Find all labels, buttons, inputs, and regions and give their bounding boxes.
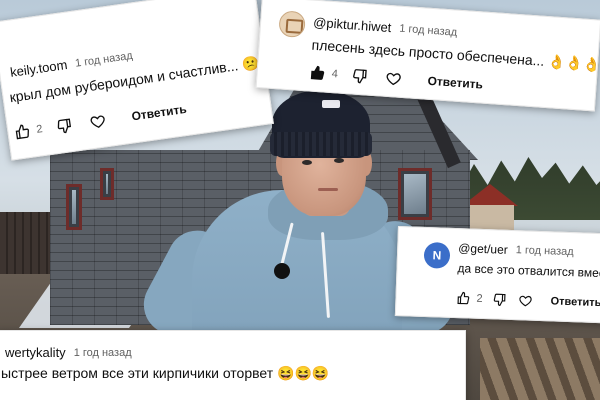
comment-username[interactable]: keily.toom — [9, 57, 68, 80]
comment-actions: 2 Ответить — [14, 101, 188, 141]
comment-header: wertykality 1 год назад — [5, 345, 132, 360]
lapel-microphone — [274, 263, 290, 279]
beanie-logo — [322, 100, 340, 108]
thumbs-down-icon[interactable] — [492, 292, 506, 307]
beanie-cuff — [270, 132, 372, 156]
comment-time: 1 год назад — [73, 346, 132, 359]
comment-time: 1 год назад — [515, 244, 574, 259]
like-count: 2 — [476, 292, 483, 305]
reply-button[interactable]: Ответить — [131, 102, 188, 124]
comment-text: да все это отвалится вместе с — [457, 261, 600, 281]
thumbs-up-icon[interactable] — [456, 291, 470, 305]
comment-body: ыстрее ветром все эти кирпичики оторвет — [1, 365, 274, 381]
heart-icon[interactable] — [89, 112, 107, 130]
house-window — [66, 184, 82, 230]
comment-card: N @get/uer 1 год назад да все это отвали… — [394, 226, 600, 324]
comment-header: @get/uer 1 год назад — [458, 241, 574, 259]
comment-card: wertykality 1 год назад ыстрее ветром вс… — [0, 330, 466, 400]
like-count: 2 — [35, 123, 44, 136]
comment-username[interactable]: @piktur.hiwet — [313, 15, 392, 35]
comment-body: плесень здесь просто обеспечена... — [311, 36, 545, 69]
wooden-pallet — [480, 338, 600, 400]
mouth — [318, 188, 338, 191]
heart-icon[interactable] — [385, 70, 402, 87]
comment-username[interactable]: @get/uer — [458, 241, 508, 257]
eye — [302, 160, 312, 165]
house-window — [100, 168, 114, 200]
user-avatar[interactable]: N — [423, 241, 451, 269]
thumbs-up-icon[interactable] — [309, 65, 326, 82]
comment-text: ыстрее ветром все эти кирпичики оторвет … — [1, 365, 329, 382]
comment-time: 1 год назад — [398, 22, 458, 39]
comment-time: 1 год назад — [74, 49, 134, 70]
comment-actions: 4 Ответить — [309, 65, 483, 93]
wooden-fence — [0, 212, 56, 274]
reply-button[interactable]: Ответить — [550, 295, 600, 309]
ok-hand-emoji: 👌👌👌 — [547, 53, 600, 73]
eye — [334, 158, 344, 163]
thumbs-down-icon[interactable] — [55, 117, 73, 135]
reply-button[interactable]: Ответить — [427, 74, 483, 92]
like-count: 4 — [331, 68, 339, 81]
picture-frame-icon[interactable] — [278, 10, 306, 39]
comment-header: @piktur.hiwet 1 год назад — [313, 15, 458, 40]
heart-icon[interactable] — [518, 293, 532, 307]
comment-username[interactable]: wertykality — [5, 345, 66, 360]
thumbs-up-icon[interactable] — [14, 123, 32, 141]
thumbs-down-icon[interactable] — [351, 67, 368, 84]
house-window — [398, 168, 432, 220]
comment-actions: 2 Ответить — [456, 291, 600, 310]
laughing-emoji: 😆😆😆 — [277, 365, 330, 381]
